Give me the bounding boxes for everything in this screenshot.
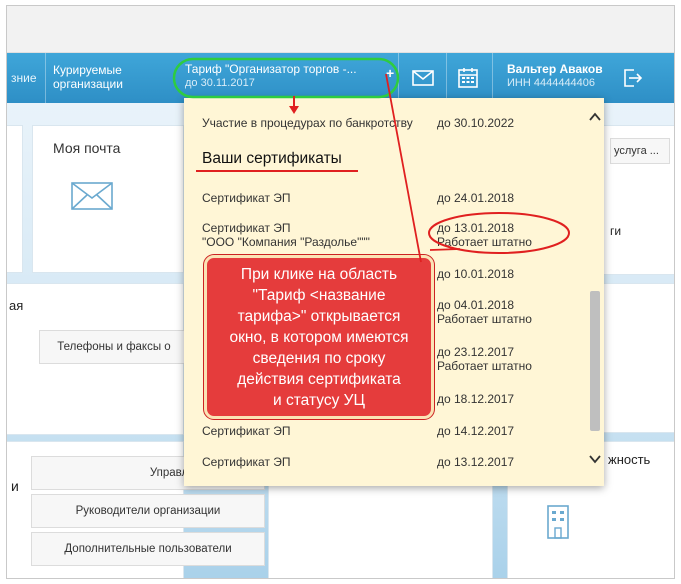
tile-right-partial-text: ги [610,224,622,238]
logout-icon[interactable] [620,66,644,90]
mail-icon[interactable] [411,66,435,90]
tile-partial-left[interactable] [7,125,23,273]
nav-item-partial[interactable]: зние [11,71,37,85]
tariff-title: Тариф "Организатор торгов -... [185,62,357,76]
callout-line: действия сертификата [237,371,401,388]
tile-users[interactable]: и Управление рол Руководители организаци… [7,441,265,578]
annotation-callout: При клике на область "Тариф <название та… [204,255,434,419]
user-name: Вальтер Аваков [507,62,603,76]
tariff-area[interactable]: Тариф "Организатор торгов -... до 30.11.… [185,62,397,90]
bankruptcy-row-label: Участие в процедурах по банкротству [202,116,413,130]
callout-line: "Тариф <название [252,287,386,304]
cert-2-date: до 10.01.2018 [437,267,515,281]
tile-mail-title: Моя почта [53,140,121,156]
tile-right-middle[interactable] [601,283,674,433]
extra-users-button[interactable]: Дополнительные пользователи [31,532,265,566]
calendar-icon[interactable] [456,66,480,90]
cert-4-status: Работает штатно [437,359,532,373]
envelope-icon [71,182,113,210]
user-profile[interactable]: Вальтер Аваков ИНН 4444444406 [507,62,603,90]
callout-line: тарифа>" открывается [237,308,401,325]
org-managers-button[interactable]: Руководители организации [31,494,265,528]
cert-1-status: Работает штатно [437,235,532,249]
nav-item-supervised-orgs[interactable]: Курируемые организации [53,63,123,91]
main-navbar: зние Курируемые организации Тариф "Орган… [7,53,674,103]
user-inn: ИНН 4444444406 [507,77,596,89]
cert-0-date: до 24.01.2018 [437,191,515,205]
app-window: зние Курируемые организации Тариф "Орган… [6,5,675,579]
cert-1[interactable]: Сертификат ЭП "ООО "Компания "Раздолье""… [202,221,370,249]
scroll-up-icon[interactable] [589,112,601,122]
cert-1-label: Сертификат ЭП [202,221,291,235]
nav-divider [45,53,46,103]
cert-0-label[interactable]: Сертификат ЭП [202,191,291,205]
cert-1-validity: до 13.01.2018 Работает штатно [437,221,532,249]
cert-4-date: до 23.12.2017 [437,345,515,359]
cert-3-validity: до 04.01.2018 Работает штатно [437,298,532,326]
cert-7-label[interactable]: Сертификат ЭП [202,455,291,469]
phones-faxes-button[interactable]: Телефоны и факсы о [39,330,189,364]
tile-phones[interactable]: ая Телефоны и факсы о [7,283,189,435]
service-field[interactable]: услуга ... [610,138,670,164]
tile-my-mail[interactable]: Моя почта [32,125,184,273]
cert-6-date: до 14.12.2017 [437,424,515,438]
certificates-heading: Ваши сертификаты [202,150,342,167]
cert-3-status: Работает штатно [437,312,532,326]
cert-7-date: до 13.12.2017 [437,455,515,469]
nav-divider [446,53,447,103]
top-bar [7,6,674,53]
cert-3-date: до 04.01.2018 [437,298,515,312]
tile-right-lower-title: жность [608,452,651,467]
tariff-plus-icon[interactable]: + [386,66,394,80]
callout-line: При клике на область [240,266,398,283]
cert-6-label[interactable]: Сертификат ЭП [202,424,291,438]
cert-1-date: до 13.01.2018 [437,221,515,235]
cert-5-date: до 18.12.2017 [437,392,515,406]
cert-1-org: "ООО "Компания "Раздолье""" [202,235,370,249]
building-icon [547,505,569,539]
scroll-thumb[interactable] [590,291,600,431]
tile-users-title-partial: и [11,478,19,494]
callout-line: окно, в котором имеются [229,329,409,346]
callout-line: и статусу УЦ [273,392,365,409]
tariff-until: до 30.11.2017 [185,77,255,89]
nav-divider [398,53,399,103]
nav-divider [492,53,493,103]
scroll-down-icon[interactable] [589,454,601,464]
cert-4-validity: до 23.12.2017 Работает штатно [437,345,532,373]
bankruptcy-row-date: до 30.10.2022 [437,116,515,130]
nav-supervised-line2: организации [53,77,123,91]
tile-right-upper[interactable]: услуга ... ги [601,125,674,275]
callout-line: сведения по сроку [252,350,386,367]
tile-phones-title-partial: ая [9,298,24,313]
nav-supervised-line1: Курируемые [53,63,122,77]
